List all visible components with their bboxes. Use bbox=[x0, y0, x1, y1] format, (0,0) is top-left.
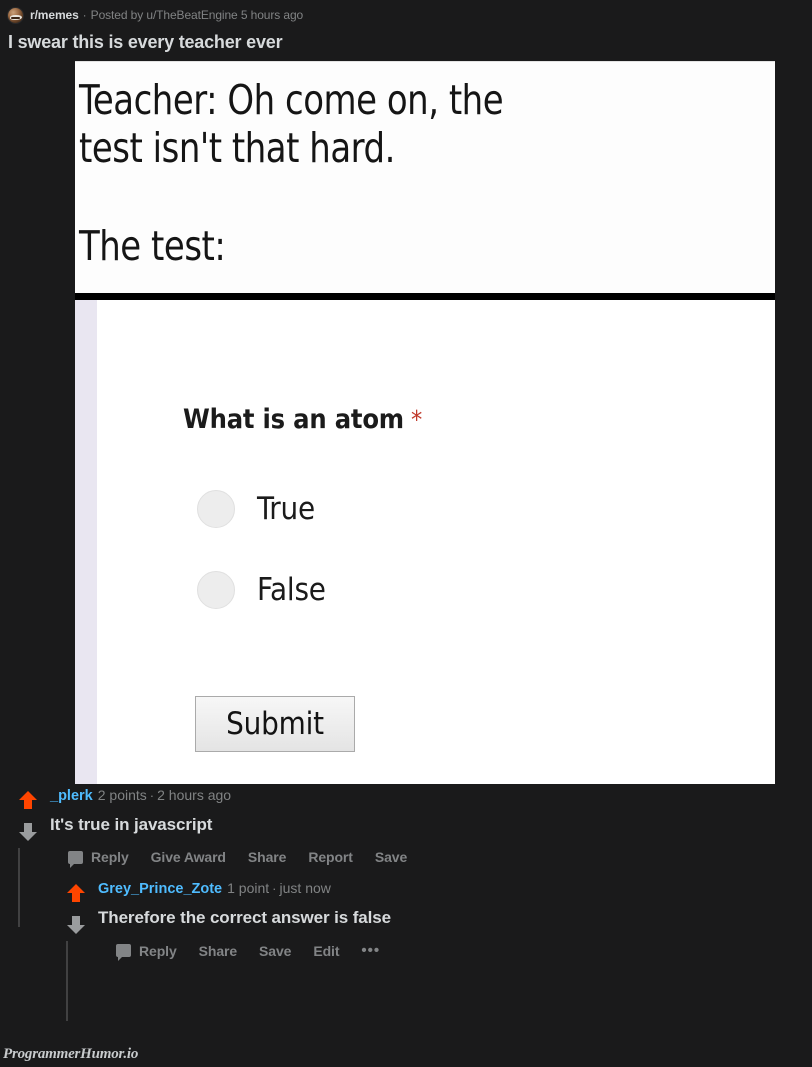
meme-top-line-2: test isn't that hard. bbox=[79, 124, 395, 172]
comment-action-more-icon[interactable]: ••• bbox=[361, 942, 380, 959]
form-body: What is an atom * True False Submit bbox=[97, 300, 775, 784]
radio-option-label: True bbox=[257, 491, 315, 527]
comment-action-give-award[interactable]: Give Award bbox=[151, 849, 226, 865]
comment-content: _plerk 2 points · 2 hours ago It's true in … bbox=[0, 786, 812, 868]
submit-button-label: Submit bbox=[226, 706, 324, 742]
meme-image[interactable]: Teacher: Oh come on, the test isn't that… bbox=[75, 61, 775, 784]
watermark: ProgrammerHumor.io bbox=[3, 1046, 139, 1062]
subreddit-link[interactable]: r/memes bbox=[30, 8, 79, 22]
comment-body-text: Therefore the correct answer is false bbox=[98, 908, 391, 927]
comment-content: Grey_Prince_Zote 1 point · just now Therefo… bbox=[48, 879, 812, 961]
meme-bottom-panel: What is an atom * True False Submit bbox=[75, 300, 775, 784]
comment-thread: _plerk 2 points · 2 hours ago It's true in … bbox=[0, 786, 812, 1021]
radio-button-icon[interactable] bbox=[197, 490, 235, 528]
comment-author-link[interactable]: _plerk bbox=[50, 788, 93, 804]
comment-timestamp: just now bbox=[279, 880, 331, 896]
comment-points: 2 points bbox=[97, 787, 147, 803]
subreddit-avatar-icon[interactable] bbox=[7, 6, 24, 24]
arrow-up-icon[interactable] bbox=[65, 882, 87, 904]
comment-points: 1 point bbox=[227, 880, 270, 896]
radio-option-true[interactable]: True bbox=[197, 490, 315, 528]
comment-meta-separator: · bbox=[149, 788, 155, 803]
radio-option-false[interactable]: False bbox=[197, 571, 326, 609]
meta-separator: · bbox=[82, 8, 87, 22]
comment-item: _plerk 2 points · 2 hours ago It's true in … bbox=[0, 786, 812, 927]
meme-top-panel: Teacher: Oh come on, the test isn't that… bbox=[75, 61, 775, 293]
form-question-text: What is an atom bbox=[183, 404, 404, 435]
post-header: r/memes · Posted by u/TheBeatEngine 5 ho… bbox=[0, 0, 812, 25]
comment-body-text: It's true in javascript bbox=[50, 815, 213, 834]
form-question-label: What is an atom * bbox=[183, 404, 422, 435]
arrow-down-icon[interactable] bbox=[17, 821, 39, 843]
vote-column bbox=[14, 789, 42, 843]
comment-action-save[interactable]: Save bbox=[259, 943, 291, 959]
comment-action-edit[interactable]: Edit bbox=[313, 943, 339, 959]
vote-column bbox=[62, 882, 90, 936]
form-left-accent-strip bbox=[75, 300, 97, 784]
comment-header: _plerk 2 points · 2 hours ago bbox=[50, 786, 812, 805]
thread-collapse-line[interactable] bbox=[66, 941, 68, 1021]
comment-action-report[interactable]: Report bbox=[308, 849, 353, 865]
arrow-down-icon[interactable] bbox=[65, 914, 87, 936]
comment-action-share[interactable]: Share bbox=[199, 943, 238, 959]
comment-action-save[interactable]: Save bbox=[375, 849, 407, 865]
speech-bubble-icon bbox=[116, 944, 131, 961]
comment-item-nested: Grey_Prince_Zote 1 point · just now Therefo… bbox=[48, 879, 812, 1021]
posted-by-text: Posted by u/TheBeatEngine 5 hours ago bbox=[90, 8, 304, 22]
comment-actions: Reply Share Save Edit ••• bbox=[98, 942, 812, 961]
thread-collapse-line[interactable] bbox=[18, 848, 20, 927]
comment-meta-separator: · bbox=[272, 881, 277, 896]
meme-top-line-1: Teacher: Oh come on, the bbox=[79, 76, 504, 124]
comment-action-reply[interactable]: Reply bbox=[139, 943, 177, 959]
meme-panel-divider bbox=[75, 293, 775, 300]
speech-bubble-icon bbox=[68, 850, 83, 868]
radio-button-icon[interactable] bbox=[197, 571, 235, 609]
radio-option-label: False bbox=[257, 572, 326, 608]
arrow-up-icon[interactable] bbox=[17, 789, 39, 811]
comment-action-share[interactable]: Share bbox=[248, 849, 287, 865]
comment-action-reply[interactable]: Reply bbox=[91, 849, 129, 865]
submit-button[interactable]: Submit bbox=[195, 696, 355, 752]
comment-author-link[interactable]: Grey_Prince_Zote bbox=[98, 881, 222, 897]
meme-top-line-3: The test: bbox=[79, 222, 226, 270]
post-title: I swear this is every teacher ever bbox=[8, 32, 283, 52]
comment-actions: Reply Give Award Share Report Save bbox=[50, 849, 812, 868]
required-marker: * bbox=[410, 405, 422, 434]
comment-header: Grey_Prince_Zote 1 point · just now bbox=[98, 879, 812, 898]
comment-timestamp: 2 hours ago bbox=[157, 787, 232, 803]
